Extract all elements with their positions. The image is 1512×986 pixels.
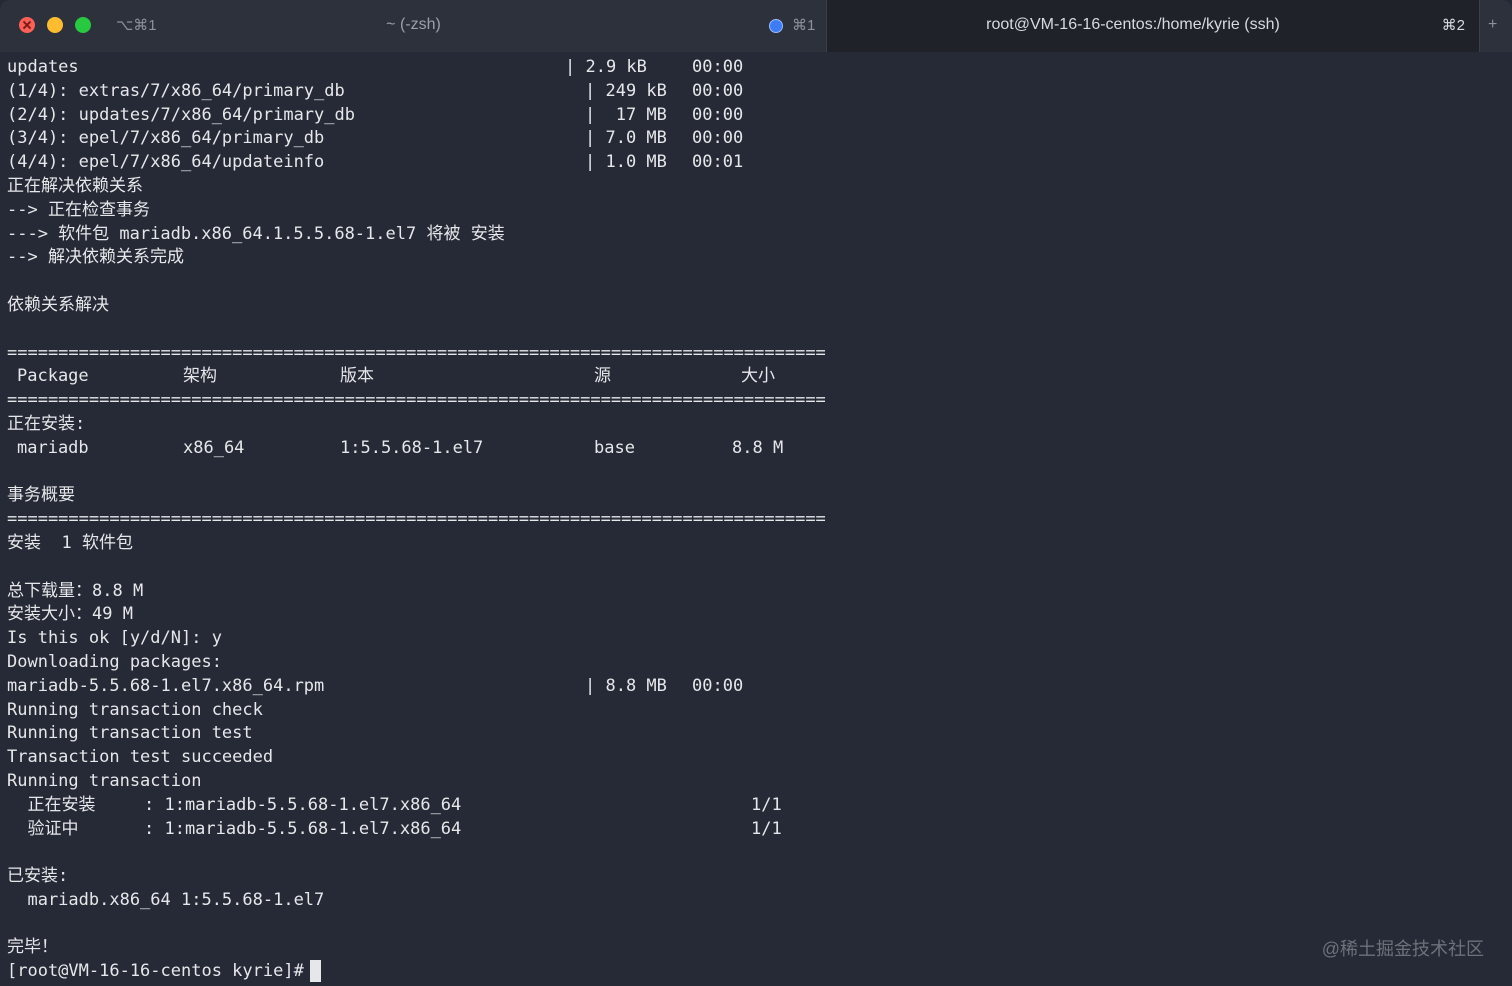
- download-time: 00:00: [692, 675, 744, 696]
- new-tab-button[interactable]: +: [1479, 0, 1512, 52]
- table-header: Package 架构 版本 源 大小: [7, 365, 1497, 389]
- row-arch: x86_64: [183, 437, 245, 458]
- download-size: | 1.0 MB: [585, 152, 667, 173]
- row-package: mariadb: [17, 437, 89, 458]
- download-row: updates | 2.9 kB 00:00: [7, 56, 1497, 80]
- output-line: 已安装:: [7, 866, 69, 887]
- tab-ssh-shortcut: ⌘2: [1441, 17, 1465, 34]
- plus-icon: +: [1488, 16, 1498, 33]
- download-row: (3/4): epel/7/x86_64/primary_db | 7.0 MB…: [7, 127, 1497, 151]
- download-row: (1/4): extras/7/x86_64/primary_db | 249 …: [7, 80, 1497, 104]
- download-name: updates: [7, 57, 79, 77]
- download-size: | 7.0 MB: [585, 128, 667, 149]
- header-size: 大小: [741, 366, 775, 387]
- step-count: 1/1: [751, 818, 782, 839]
- download-name: (1/4): extras/7/x86_64/primary_db: [7, 80, 345, 101]
- header-version: 版本: [340, 366, 374, 387]
- separator: ========================================…: [7, 342, 826, 363]
- tab-zsh-shortcut: ⌘1: [792, 17, 816, 34]
- download-name: mariadb-5.5.68-1.el7.x86_64.rpm: [7, 675, 325, 696]
- download-time: 00:00: [692, 80, 744, 101]
- download-time: 00:01: [692, 152, 744, 173]
- download-name: (3/4): epel/7/x86_64/primary_db: [7, 128, 325, 149]
- download-time: 00:00: [692, 104, 744, 125]
- step-label: 正在安装: [7, 794, 137, 815]
- download-name: (2/4): updates/7/x86_64/primary_db: [7, 104, 355, 125]
- output-line: 完毕！: [7, 937, 58, 958]
- output-line: 依赖关系解决: [7, 294, 109, 315]
- output-line: 正在安装:: [7, 413, 86, 434]
- download-size: | 17 MB: [585, 104, 667, 125]
- tab-ssh-title: root@VM-16-16-centos:/home/kyrie (ssh): [986, 16, 1280, 33]
- download-row: (2/4): updates/7/x86_64/primary_db | 17 …: [7, 104, 1497, 128]
- download-time: 00:00: [692, 128, 744, 149]
- output-line: Is this ok [y/d/N]: y: [7, 628, 222, 649]
- activity-indicator-icon: [769, 19, 783, 33]
- tab-zsh-title: ~ (-zsh): [386, 16, 441, 33]
- output-line: 正在解决依赖关系: [7, 175, 143, 196]
- terminal-output[interactable]: updates | 2.9 kB 00:00 (1/4): extras/7/x…: [7, 56, 1497, 984]
- step-package: : 1:mariadb-5.5.68-1.el7.x86_64: [144, 794, 462, 815]
- header-arch: 架构: [183, 366, 217, 387]
- output-line: 安装大小：49 M: [7, 604, 133, 625]
- header-repo: 源: [594, 366, 611, 387]
- row-size: 8.8 M: [732, 437, 784, 458]
- shell-prompt: [root@VM-16-16-centos kyrie]#: [7, 960, 321, 984]
- download-time: 00:00: [692, 57, 744, 77]
- prompt-text: [root@VM-16-16-centos kyrie]#: [7, 961, 304, 982]
- step-count: 1/1: [751, 794, 782, 815]
- separator: ========================================…: [7, 509, 826, 530]
- step-package: : 1:mariadb-5.5.68-1.el7.x86_64: [144, 818, 462, 839]
- download-row: mariadb-5.5.68-1.el7.x86_64.rpm | 8.8 MB…: [7, 675, 1497, 699]
- row-repo: base: [594, 437, 635, 458]
- row-version: 1:5.5.68-1.el7: [340, 437, 484, 458]
- download-size: | 249 kB: [585, 80, 667, 101]
- tab-ssh[interactable]: root@VM-16-16-centos:/home/kyrie (ssh) ⌘…: [827, 0, 1479, 52]
- tab-bar: ⌥⌘1 ~ (-zsh) ⌘1 root@VM-16-16-centos:/ho…: [0, 0, 1512, 52]
- text-cursor: [309, 960, 321, 983]
- output-line: Downloading packages:: [7, 651, 222, 672]
- output-line: Running transaction test: [7, 723, 253, 744]
- download-name: (4/4): epel/7/x86_64/updateinfo: [7, 152, 325, 173]
- header-package: Package: [17, 366, 89, 387]
- output-line: --> 解决依赖关系完成: [7, 247, 184, 268]
- tab-zsh[interactable]: ⌥⌘1 ~ (-zsh) ⌘1: [0, 0, 827, 52]
- output-line: ---> 软件包 mariadb.x86_64.1.5.5.68-1.el7 将…: [7, 223, 505, 244]
- transaction-step: 验证中 : 1:mariadb-5.5.68-1.el7.x86_64 1/1: [7, 818, 1497, 842]
- download-size: | 8.8 MB: [585, 675, 667, 696]
- output-line: Running transaction check: [7, 699, 263, 720]
- separator: ========================================…: [7, 390, 826, 411]
- output-line: 事务概要: [7, 485, 75, 506]
- prompt-line[interactable]: [root@VM-16-16-centos kyrie]#: [7, 960, 1497, 984]
- output-line: Running transaction: [7, 770, 202, 791]
- terminal-window: ⌥⌘1 ~ (-zsh) ⌘1 root@VM-16-16-centos:/ho…: [0, 0, 1512, 986]
- output-line: --> 正在检查事务: [7, 199, 150, 220]
- output-line: 总下载量：8.8 M: [7, 580, 144, 601]
- output-line: 安装 1 软件包: [7, 532, 133, 553]
- step-label: 验证中: [7, 818, 140, 839]
- table-row: mariadb x86_64 1:5.5.68-1.el7 base 8.8 M: [7, 437, 1497, 461]
- download-size: | 2.9 kB: [565, 57, 647, 77]
- watermark: @稀土掘金技术社区: [1321, 939, 1484, 959]
- transaction-step: 正在安装 : 1:mariadb-5.5.68-1.el7.x86_64 1/1: [7, 794, 1497, 818]
- output-line: Transaction test succeeded: [7, 747, 274, 768]
- download-row: (4/4): epel/7/x86_64/updateinfo | 1.0 MB…: [7, 151, 1497, 175]
- output-line: mariadb.x86_64 1:5.5.68-1.el7: [7, 889, 325, 910]
